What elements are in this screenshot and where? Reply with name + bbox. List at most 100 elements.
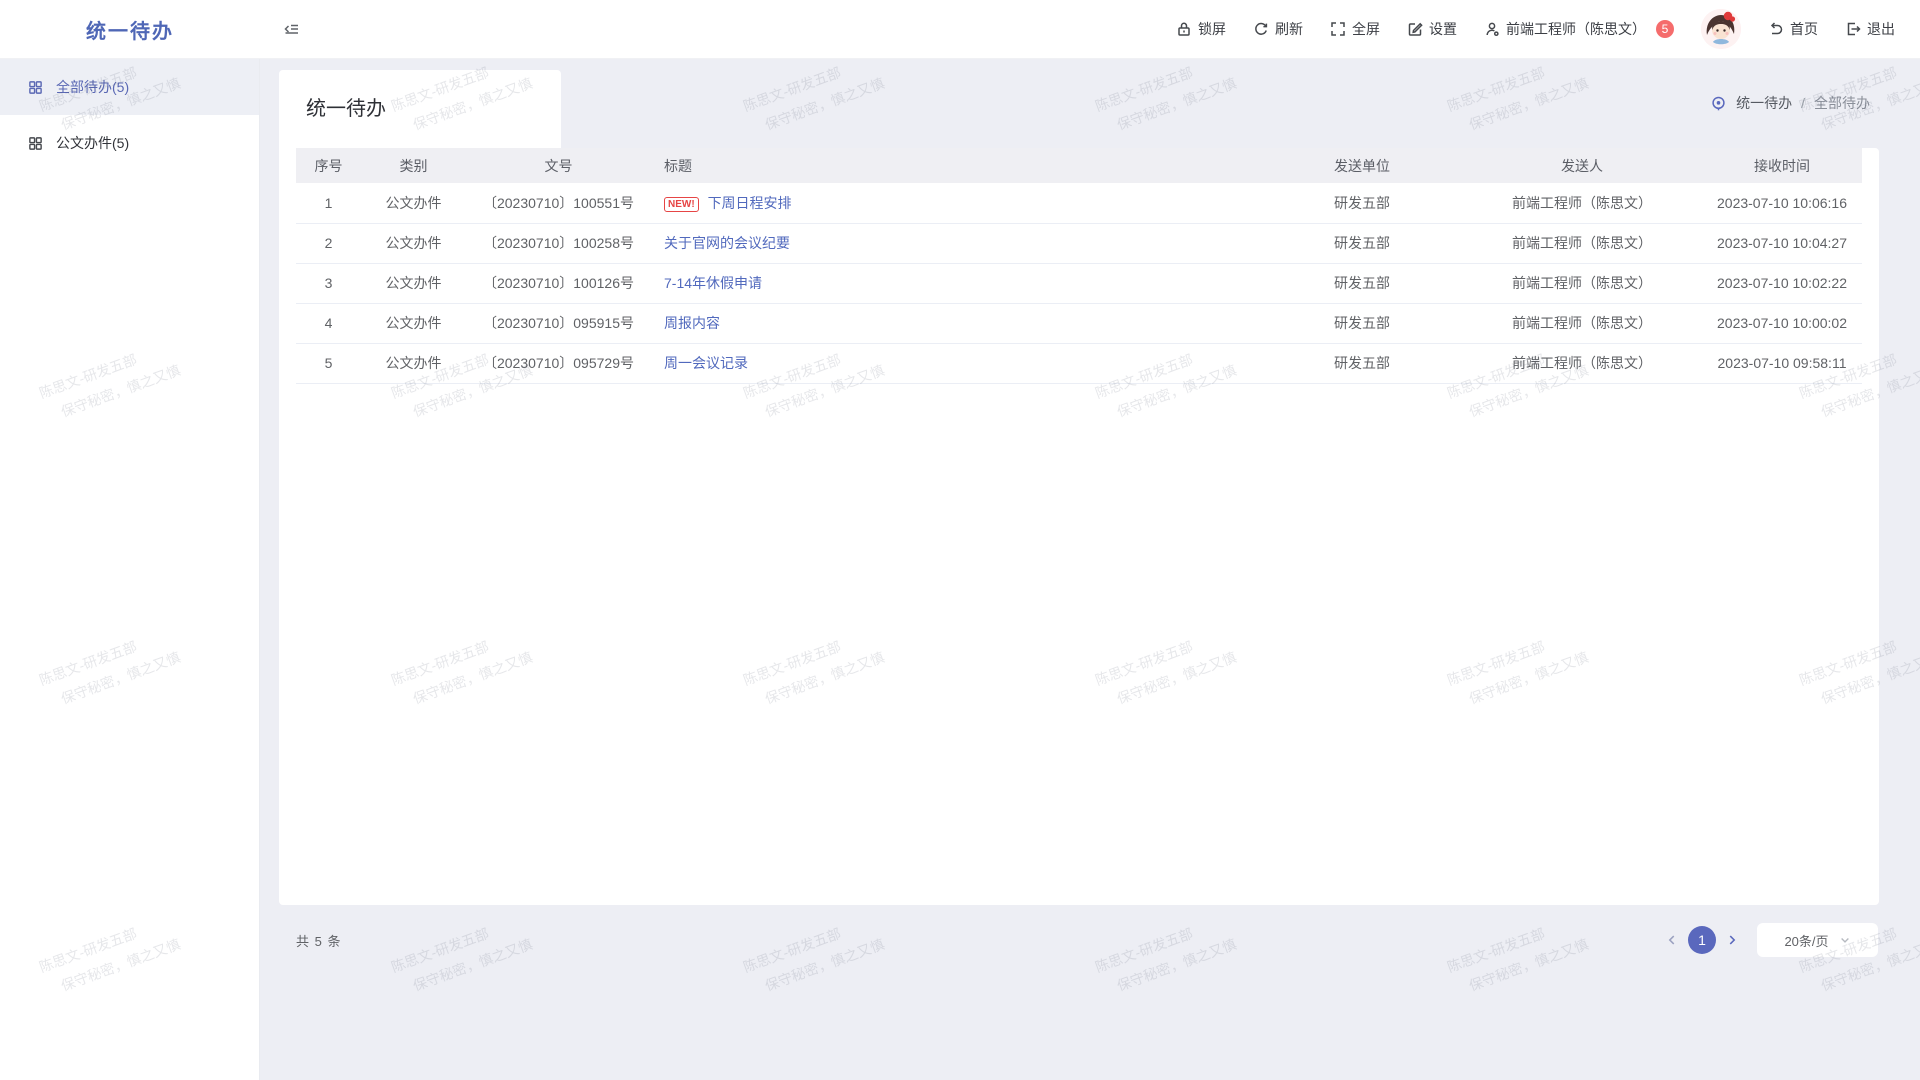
notification-badge: 5: [1656, 20, 1674, 38]
table-row: 1 公文办件 〔20230710〕100551号 NEW! 下周日程安排 研发五…: [296, 183, 1862, 223]
logout-icon: [1845, 21, 1861, 37]
cell-doc-no: 〔20230710〕095729号: [466, 343, 651, 383]
page-number-button[interactable]: 1: [1688, 926, 1716, 954]
cell-doc-no: 〔20230710〕100126号: [466, 263, 651, 303]
user-name-label: 前端工程师（陈思文）: [1506, 19, 1646, 39]
breadcrumb-item-current: 全部待办: [1814, 93, 1870, 113]
cell-category: 公文办件: [361, 263, 466, 303]
user-avatar[interactable]: [1701, 9, 1741, 49]
cell-unit: 研发五部: [1262, 183, 1462, 223]
settings-label: 设置: [1429, 19, 1457, 39]
refresh-label: 刷新: [1275, 19, 1303, 39]
cell-time: 2023-07-10 09:58:11: [1702, 343, 1862, 383]
table-row: 5 公文办件 〔20230710〕095729号 周一会议记录 研发五部 前端工…: [296, 343, 1862, 383]
fullscreen-label: 全屏: [1352, 19, 1380, 39]
breadcrumb: 统一待办 / 全部待办: [1710, 93, 1870, 113]
cell-sender: 前端工程师（陈思文）: [1462, 183, 1702, 223]
cell-time: 2023-07-10 10:06:16: [1702, 183, 1862, 223]
cell-category: 公文办件: [361, 343, 466, 383]
document-title-link[interactable]: 关于官网的会议纪要: [664, 235, 790, 251]
next-page-button[interactable]: [1725, 933, 1739, 947]
col-header-title: 标题: [651, 148, 1262, 183]
cell-time: 2023-07-10 10:04:27: [1702, 223, 1862, 263]
cell-title: 7-14年休假申请: [651, 263, 1262, 303]
col-header-sender: 发送人: [1462, 148, 1702, 183]
col-header-unit: 发送单位: [1262, 148, 1462, 183]
refresh-icon: [1253, 21, 1269, 37]
page-title: 统一待办: [279, 70, 561, 121]
todo-table: 序号 类别 文号 标题 发送单位 发送人 接收时间 1 公文办件 〔202307…: [296, 148, 1862, 384]
home-back-icon: [1768, 21, 1784, 37]
toolbar: 锁屏 刷新 全屏: [1176, 9, 1920, 49]
lock-icon: [1176, 21, 1192, 37]
user-menu[interactable]: 前端工程师（陈思文） 5: [1484, 19, 1674, 39]
pagination-bar: 共 5 条 1 20条/页: [296, 922, 1878, 958]
col-header-category: 类别: [361, 148, 466, 183]
cell-time: 2023-07-10 10:00:02: [1702, 303, 1862, 343]
cell-unit: 研发五部: [1262, 263, 1462, 303]
chevron-down-icon: [1839, 934, 1851, 946]
cell-sender: 前端工程师（陈思文）: [1462, 303, 1702, 343]
cell-doc-no: 〔20230710〕100551号: [466, 183, 651, 223]
app-logo: 统一待办: [0, 15, 260, 44]
settings-button[interactable]: 设置: [1407, 19, 1457, 39]
breadcrumb-separator: /: [1801, 95, 1805, 111]
cell-index: 4: [296, 303, 361, 343]
new-badge: NEW!: [664, 197, 699, 212]
lock-screen-label: 锁屏: [1198, 19, 1226, 39]
cell-unit: 研发五部: [1262, 343, 1462, 383]
table-header-row: 序号 类别 文号 标题 发送单位 发送人 接收时间: [296, 148, 1862, 183]
sidebar-item-document-work[interactable]: 公文办件(5): [0, 115, 259, 171]
cell-doc-no: 〔20230710〕095915号: [466, 303, 651, 343]
cell-doc-no: 〔20230710〕100258号: [466, 223, 651, 263]
page-size-value: 20条/页: [1784, 931, 1828, 950]
document-title-link[interactable]: 7-14年休假申请: [664, 275, 762, 291]
cell-category: 公文办件: [361, 223, 466, 263]
document-title-link[interactable]: 下周日程安排: [708, 195, 792, 211]
fullscreen-button[interactable]: 全屏: [1330, 19, 1380, 39]
pagination-total: 共 5 条: [296, 931, 341, 950]
location-pin-icon: [1710, 95, 1727, 112]
user-icon: [1484, 21, 1500, 37]
menu-fold-icon: [283, 21, 299, 37]
refresh-button[interactable]: 刷新: [1253, 19, 1303, 39]
cell-sender: 前端工程师（陈思文）: [1462, 263, 1702, 303]
cell-title: NEW! 下周日程安排: [651, 183, 1262, 223]
prev-page-button[interactable]: [1665, 933, 1679, 947]
cell-title: 周一会议记录: [651, 343, 1262, 383]
cell-sender: 前端工程师（陈思文）: [1462, 223, 1702, 263]
breadcrumb-item-root[interactable]: 统一待办: [1736, 93, 1792, 113]
page-title-panel: 统一待办: [279, 70, 561, 148]
cell-category: 公文办件: [361, 183, 466, 223]
cell-sender: 前端工程师（陈思文）: [1462, 343, 1702, 383]
cell-index: 5: [296, 343, 361, 383]
todo-table-card: 序号 类别 文号 标题 发送单位 发送人 接收时间 1 公文办件 〔202307…: [279, 148, 1879, 905]
logout-button[interactable]: 退出: [1845, 19, 1895, 39]
col-header-index: 序号: [296, 148, 361, 183]
main-content: 统一待办 / 全部待办 统一待办 序号 类别 文号 标题 发送单位: [261, 59, 1920, 1080]
sidebar-item-label: 公文办件(5): [56, 133, 129, 153]
document-title-link[interactable]: 周报内容: [664, 315, 720, 331]
cell-index: 1: [296, 183, 361, 223]
page-size-select[interactable]: 20条/页: [1757, 923, 1878, 957]
top-header-bar: 统一待办 锁屏: [0, 0, 1920, 59]
cell-unit: 研发五部: [1262, 223, 1462, 263]
lock-screen-button[interactable]: 锁屏: [1176, 19, 1226, 39]
cell-title: 关于官网的会议纪要: [651, 223, 1262, 263]
table-row: 2 公文办件 〔20230710〕100258号 关于官网的会议纪要 研发五部 …: [296, 223, 1862, 263]
sidebar-item-all-todo[interactable]: 全部待办(5): [0, 59, 259, 115]
cell-index: 3: [296, 263, 361, 303]
cell-time: 2023-07-10 10:02:22: [1702, 263, 1862, 303]
home-label: 首页: [1790, 19, 1818, 39]
sidebar-collapse-button[interactable]: [283, 21, 299, 37]
cell-unit: 研发五部: [1262, 303, 1462, 343]
logout-label: 退出: [1867, 19, 1895, 39]
col-header-time: 接收时间: [1702, 148, 1862, 183]
sidebar-item-label: 全部待办(5): [56, 77, 129, 97]
grid-icon: [28, 136, 43, 151]
table-row: 4 公文办件 〔20230710〕095915号 周报内容 研发五部 前端工程师…: [296, 303, 1862, 343]
cell-title: 周报内容: [651, 303, 1262, 343]
document-title-link[interactable]: 周一会议记录: [664, 355, 748, 371]
col-header-doc-no: 文号: [466, 148, 651, 183]
home-button[interactable]: 首页: [1768, 19, 1818, 39]
